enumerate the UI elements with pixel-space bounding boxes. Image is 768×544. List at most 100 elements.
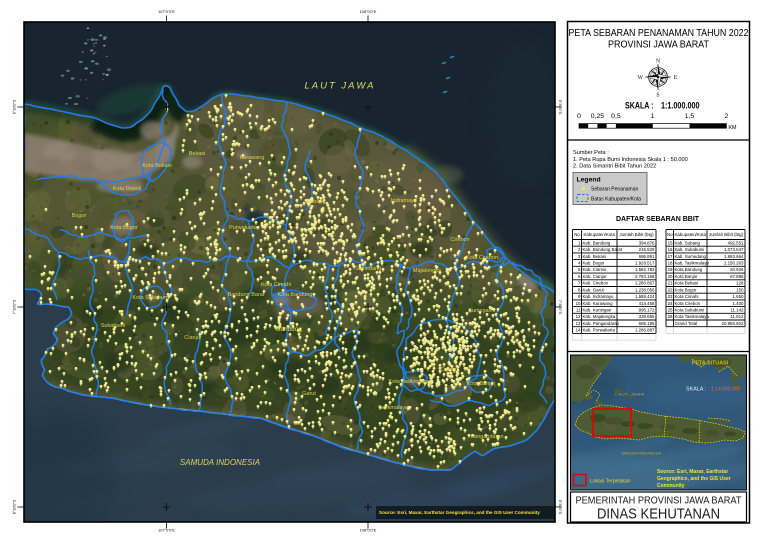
svg-text:Karawang: Karawang (240, 155, 265, 161)
svg-text:No: No (574, 232, 580, 237)
svg-text:PEMERINTAH PROVINSI JAWA BARAT: PEMERINTAH PROVINSI JAWA BARAT (576, 496, 742, 507)
svg-text:1.562.783: 1.562.783 (635, 267, 655, 272)
svg-text:1.928.517: 1.928.517 (635, 261, 655, 266)
svg-text:Kota Cirebon: Kota Cirebon (466, 255, 498, 261)
svg-text:24: 24 (668, 301, 673, 306)
svg-text:SKALA :: SKALA : (625, 100, 654, 111)
svg-text:Kota Banjar: Kota Banjar (675, 274, 698, 279)
svg-text:1:1.000.000: 1:1.000.000 (661, 100, 700, 111)
svg-text:6°30'0"S: 6°30'0"S (13, 99, 17, 114)
svg-text:8°30'0"S: 8°30'0"S (13, 499, 17, 514)
svg-text:11: 11 (576, 308, 581, 313)
svg-text:Kab. Cirebon: Kab. Cirebon (583, 281, 609, 286)
svg-text:Jumlah Bibit (btg): Jumlah Bibit (btg) (619, 232, 654, 237)
svg-text:Majalengka: Majalengka (413, 268, 442, 274)
svg-text:2. Data Simantri Bibit Tahun 2: 2. Data Simantri Bibit Tahun 2022 (573, 164, 656, 170)
svg-text:339.655: 339.655 (639, 314, 655, 319)
svg-text:107°0'0"E: 107°0'0"E (158, 10, 175, 14)
svg-text:Kab. Subang: Kab. Subang (675, 240, 701, 245)
svg-text:1.588.424: 1.588.424 (635, 294, 655, 299)
svg-text:20: 20 (668, 274, 673, 279)
svg-text:Kab. Majalengka: Kab. Majalengka (583, 314, 616, 319)
svg-text:18: 18 (668, 261, 673, 266)
svg-text:S: S (656, 93, 659, 99)
svg-text:11.912: 11.912 (730, 314, 744, 319)
svg-text:Kota Bekasi: Kota Bekasi (675, 281, 698, 286)
svg-text:Kota Bogor: Kota Bogor (110, 225, 138, 231)
svg-text:67.885: 67.885 (730, 274, 744, 279)
svg-text:Kab. Sukabumi: Kab. Sukabumi (675, 247, 705, 252)
svg-text:E: E (674, 75, 678, 81)
svg-text:Sukabumi: Sukabumi (101, 323, 125, 329)
svg-text:215.529: 215.529 (639, 247, 655, 252)
svg-text:394.876: 394.876 (639, 240, 655, 245)
svg-text:DINAS KEHUTANAN: DINAS KEHUTANAN (597, 507, 720, 523)
svg-text:Kota Cirebon: Kota Cirebon (675, 301, 701, 306)
svg-text:Kab. Bandung Barat: Kab. Bandung Barat (583, 247, 623, 252)
svg-text:995.172: 995.172 (639, 308, 655, 313)
svg-text:Kota Banjar: Kota Banjar (467, 381, 496, 387)
svg-text:Bogor: Bogor (72, 213, 87, 219)
svg-text:19: 19 (668, 267, 673, 272)
svg-text:Kota Bandung: Kota Bandung (278, 292, 313, 298)
svg-text:16: 16 (668, 247, 673, 252)
svg-text:Kota Cimahi: Kota Cimahi (675, 294, 699, 299)
svg-text:SAMUDA INDONESIA: SAMUDA INDONESIA (621, 451, 661, 456)
svg-text:Kab. Kuningan: Kab. Kuningan (583, 308, 612, 313)
svg-text:W: W (637, 75, 643, 81)
svg-text:1. Peta Rupa Bumi Indonesia Sk: 1. Peta Rupa Bumi Indonesia Skala 1 : 50… (573, 157, 688, 163)
svg-text:1.073.547: 1.073.547 (724, 247, 744, 252)
svg-text:Kab. Bekasi: Kab. Bekasi (583, 254, 606, 259)
svg-text:Pangandaran: Pangandaran (470, 434, 503, 440)
svg-text:PETA SITUASI: PETA SITUASI (692, 361, 729, 367)
svg-text:0,5: 0,5 (611, 113, 621, 120)
svg-text:686.891: 686.891 (639, 254, 655, 259)
svg-text:Grand Total: Grand Total (675, 321, 698, 326)
svg-text:No: No (667, 232, 673, 237)
svg-text:1,5: 1,5 (685, 113, 695, 120)
svg-text:Kota Cimahi: Kota Cimahi (261, 282, 291, 288)
svg-text:Sebaran Penanaman: Sebaran Penanaman (591, 187, 638, 193)
svg-text:Indramayu: Indramayu (391, 198, 417, 204)
svg-text:23: 23 (668, 294, 673, 299)
svg-text:SKALA :: SKALA : (686, 387, 706, 393)
svg-text:108°0'0"E: 108°0'0"E (360, 529, 377, 533)
svg-text:Kota Sukabumi: Kota Sukabumi (132, 295, 169, 301)
svg-text:Kab. Garut: Kab. Garut (583, 287, 605, 292)
svg-text:1.280.867: 1.280.867 (635, 281, 655, 286)
svg-text:10: 10 (576, 301, 581, 306)
svg-text:Ciamis: Ciamis (440, 367, 457, 373)
svg-text:Kab. Pangandaran: Kab. Pangandaran (583, 321, 620, 326)
svg-text:Kota Tasikmalaya: Kota Tasikmalaya (388, 379, 432, 385)
svg-text:Kota Bandung: Kota Bandung (675, 267, 703, 272)
svg-text:Kuningan: Kuningan (468, 308, 491, 314)
svg-text:20.926: 20.926 (730, 267, 744, 272)
svg-text:Lokasi Terpetakan: Lokasi Terpetakan (590, 479, 631, 485)
svg-text:Legend: Legend (577, 177, 601, 184)
svg-text:LAUT JAWA: LAUT JAWA (615, 392, 645, 397)
svg-text:17: 17 (668, 254, 673, 259)
svg-text:1:14.000.000: 1:14.000.000 (711, 387, 740, 393)
svg-text:Kab. Bandung: Kab. Bandung (583, 240, 611, 245)
svg-text:Jumlah Bibit (btg): Jumlah Bibit (btg) (709, 232, 744, 237)
svg-text:Kota Bogor: Kota Bogor (675, 287, 698, 292)
svg-text:Geographics, and the GIS User: Geographics, and the GIS User (657, 476, 731, 482)
svg-text:0: 0 (577, 113, 581, 120)
svg-text:1.650: 1.650 (733, 294, 745, 299)
svg-text:Batas Kabupaten/Kota: Batas Kabupaten/Kota (591, 197, 641, 203)
svg-text:1.400: 1.400 (733, 301, 745, 306)
svg-text:Cianjur: Cianjur (184, 335, 202, 341)
svg-text:15: 15 (668, 240, 673, 245)
svg-text:128: 128 (736, 281, 744, 286)
svg-text:Bandung: Bandung (276, 326, 302, 333)
svg-text:Kab. Tasikmalaya: Kab. Tasikmalaya (675, 261, 710, 266)
svg-text:1.238.056: 1.238.056 (635, 287, 655, 292)
svg-text:20.956.602: 20.956.602 (722, 321, 745, 326)
svg-text:414.458: 414.458 (639, 301, 655, 306)
svg-text:Kab. Ciamis: Kab. Ciamis (583, 267, 607, 272)
svg-text:Kota Sukabumi: Kota Sukabumi (675, 308, 705, 313)
svg-text:Sumber Peta :: Sumber Peta : (573, 150, 609, 156)
svg-text:2: 2 (725, 113, 729, 120)
svg-text:SAMUDA INDONESIA: SAMUDA INDONESIA (180, 458, 260, 467)
svg-text:Sumedang: Sumedang (355, 266, 382, 272)
